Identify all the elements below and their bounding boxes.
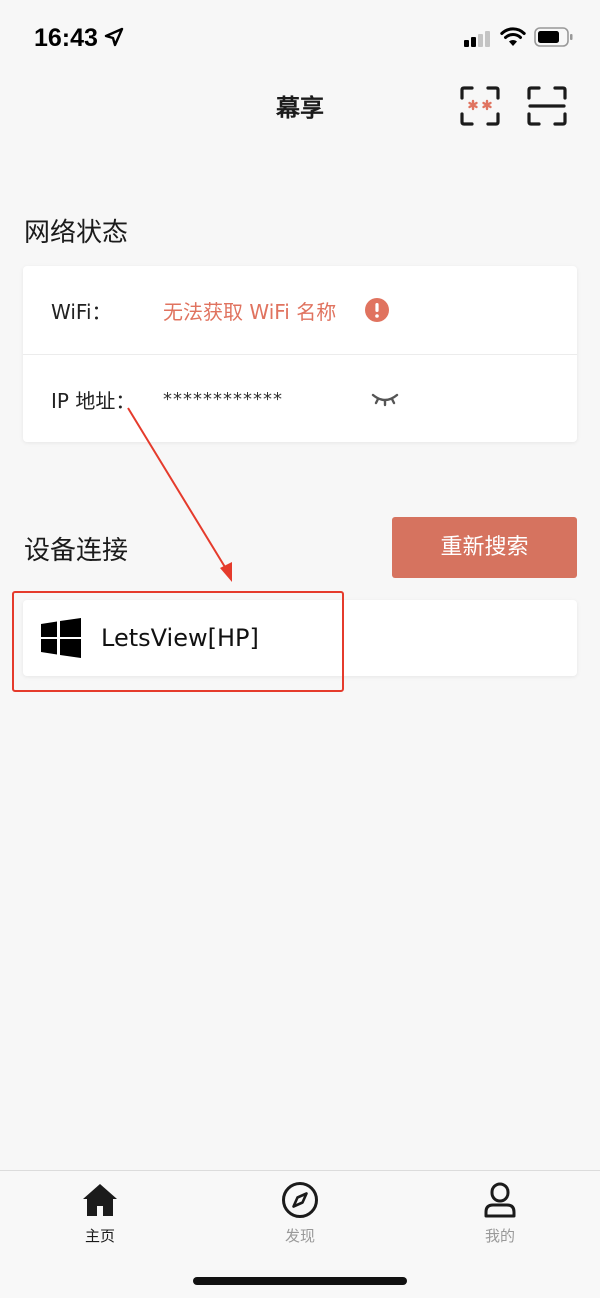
tab-home[interactable]: 主页: [40, 1171, 160, 1261]
status-time: 16:43: [34, 24, 98, 52]
refresh-search-button[interactable]: 重新搜索: [392, 517, 577, 578]
tab-home-label: 主页: [84, 1227, 115, 1245]
ip-row: IP 地址： ************: [23, 354, 577, 442]
home-icon: [83, 1184, 117, 1216]
compass-icon: [282, 1182, 318, 1218]
wifi-row: WiFi： 无法获取 WiFi 名称: [23, 266, 577, 354]
network-status-title: 网络状态: [24, 218, 129, 248]
warning-icon: [365, 298, 389, 322]
app-screen: 16:43 幕享 网络状态 WiFi： 无法获取 WiFi 名称 IP 地址： …: [0, 0, 600, 1298]
tab-mine-label: 我的: [484, 1227, 515, 1245]
scan-icon[interactable]: [527, 86, 567, 126]
cellular-signal-icon: [464, 31, 490, 47]
tab-discover[interactable]: 发现: [240, 1171, 360, 1261]
tab-discover-label: 发现: [284, 1227, 315, 1245]
battery-icon: [534, 27, 573, 47]
network-status-card: WiFi： 无法获取 WiFi 名称 IP 地址： ************: [23, 266, 577, 442]
ip-address-value: ************: [163, 389, 283, 410]
home-indicator: [193, 1277, 407, 1285]
windows-icon: [41, 618, 81, 658]
device-item[interactable]: LetsView[HP]: [23, 600, 577, 676]
status-bar: 16:43: [0, 0, 600, 78]
location-arrow-icon: [104, 27, 124, 47]
device-name: LetsView[HP]: [101, 624, 259, 652]
tab-mine[interactable]: 我的: [440, 1171, 560, 1261]
scan-code-icon[interactable]: [460, 86, 500, 126]
user-icon: [484, 1182, 516, 1218]
wifi-status-text: 无法获取 WiFi 名称: [163, 300, 337, 324]
wifi-signal-icon: [500, 27, 526, 46]
page-title: 幕享: [276, 94, 324, 122]
wifi-label: WiFi：: [51, 300, 112, 324]
eye-closed-icon[interactable]: [370, 389, 400, 409]
device-connection-title: 设备连接: [24, 536, 129, 566]
ip-label: IP 地址：: [51, 389, 136, 413]
